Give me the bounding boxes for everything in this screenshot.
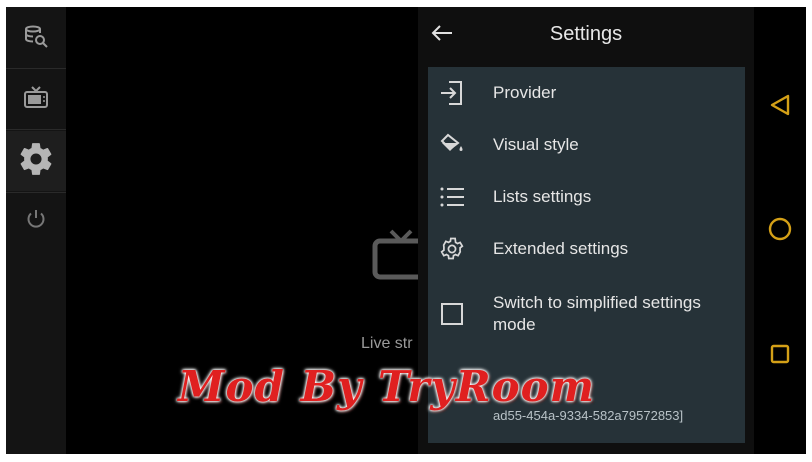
menu-item-label: Provider [493,83,557,102]
menu-item-provider[interactable]: Provider [428,67,745,119]
power-icon [25,208,47,235]
back-triangle-icon [768,93,792,122]
menu-item-visual-style[interactable]: Visual style [428,119,745,171]
page-title: Settings [549,23,623,45]
recents-square-icon [768,342,792,371]
menu-item-simplified-mode[interactable]: Switch to simplified settings mode [428,279,745,349]
checkbox-icon[interactable] [428,302,476,326]
nav-back-button[interactable] [766,93,794,121]
rail-item-settings[interactable] [6,131,66,191]
settings-header: Settings [418,7,754,63]
rail-item-power[interactable] [6,191,66,251]
left-rail [6,7,66,454]
login-icon [428,80,476,106]
gear-icon [17,140,55,183]
menu-item-lists-settings[interactable]: Lists settings [428,171,745,223]
system-nav-bar [754,7,806,454]
watermark-text: Mod By TryRoom [178,362,596,411]
menu-item-label: Visual style [493,135,579,154]
menu-item-label: Extended settings [493,239,629,258]
list-icon [428,185,476,209]
menu-item-label: Switch to simplified settings mode [493,293,701,334]
rail-item-tv[interactable] [6,70,66,130]
menu-item-extended-settings[interactable]: Extended settings [428,223,745,275]
rail-item-search[interactable] [6,9,66,69]
nav-recents-button[interactable] [766,342,794,370]
home-circle-icon [767,216,793,247]
paint-bucket-icon [428,133,476,157]
menu-item-label: Lists settings [493,187,592,206]
database-search-icon [23,24,49,55]
gear-icon [428,236,476,262]
nav-home-button[interactable] [766,217,794,245]
tv-icon [23,85,49,115]
live-streams-text: Live str [361,335,413,352]
